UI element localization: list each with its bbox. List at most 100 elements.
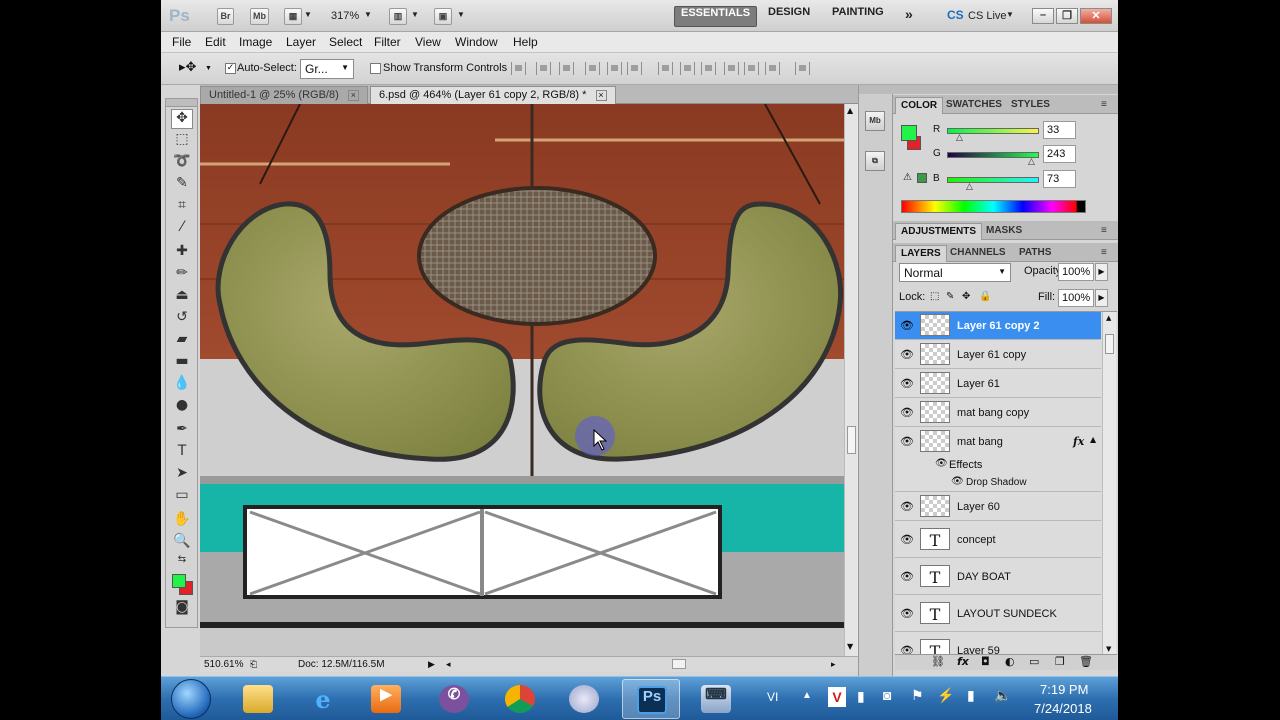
eye-icon[interactable]: 👁: [900, 319, 914, 332]
scroll-thumb[interactable]: [847, 426, 856, 454]
adjustment-layer-icon[interactable]: ◐: [1005, 655, 1015, 668]
lasso-tool-icon[interactable]: ➰: [171, 153, 193, 173]
chevron-down-icon[interactable]: ▼: [304, 10, 312, 19]
tab-paths[interactable]: PATHS: [1014, 245, 1056, 262]
media-taskbar-button[interactable]: ▶: [357, 679, 415, 719]
distribute-hcenter-icon[interactable]: [744, 62, 759, 75]
status-menu-arrow-icon[interactable]: ▶: [428, 659, 435, 670]
layer-name[interactable]: DAY BOAT: [957, 571, 1011, 583]
align-top-icon[interactable]: [511, 62, 526, 75]
close-icon[interactable]: ×: [347, 90, 359, 101]
bridge-button[interactable]: Br: [217, 8, 234, 25]
panel-menu-icon[interactable]: ≡: [1096, 223, 1112, 240]
tools-panel-header[interactable]: [166, 99, 197, 107]
arrange-documents-icon[interactable]: ▥: [389, 8, 407, 25]
power-tray-icon[interactable]: ⚡: [937, 687, 954, 704]
layer-row[interactable]: 👁 Layer 61: [895, 370, 1101, 398]
move-tool-preset-icon[interactable]: ▸✥: [179, 59, 196, 75]
menu-layer[interactable]: Layer: [286, 35, 316, 49]
volume-tray-icon[interactable]: 🔈: [994, 687, 1011, 704]
input-language[interactable]: VI: [767, 690, 778, 704]
chevron-down-icon[interactable]: ▼: [1006, 10, 1014, 19]
dodge-tool-icon[interactable]: ●: [171, 397, 193, 417]
layers-scrollbar[interactable]: ▲ ▼: [1102, 312, 1116, 657]
eye-icon[interactable]: 👁: [935, 458, 948, 469]
v-tray-icon[interactable]: V: [828, 687, 846, 707]
distribute-vcenter-icon[interactable]: [680, 62, 695, 75]
color-spectrum-bar[interactable]: [901, 200, 1086, 213]
history-brush-tool-icon[interactable]: ↺: [171, 309, 193, 329]
history-icon[interactable]: ⧉: [865, 151, 885, 171]
align-hcenter-icon[interactable]: [607, 62, 622, 75]
layer-name[interactable]: Layer 60: [957, 501, 1000, 513]
scroll-up-icon[interactable]: ▲: [1106, 314, 1111, 322]
hscroll-left-icon[interactable]: ◂: [446, 659, 451, 670]
layer-name[interactable]: concept: [957, 534, 996, 546]
chevron-down-icon[interactable]: ▼: [205, 65, 212, 72]
pen-tool-icon[interactable]: ✒: [171, 421, 193, 441]
eye-icon[interactable]: 👁: [900, 406, 914, 419]
tab-6-psd[interactable]: 6.psd @ 464% (Layer 61 copy 2, RGB/8) * …: [370, 86, 616, 104]
layer-row[interactable]: 👁 Layer 61 copy: [895, 341, 1101, 369]
scroll-up-icon[interactable]: ▲: [847, 106, 853, 115]
marquee-tool-icon[interactable]: ⬚: [171, 131, 193, 151]
auto-select-checkbox[interactable]: ✓: [225, 63, 236, 74]
restore-button[interactable]: ❐: [1056, 8, 1078, 24]
fill-slider-arrow-icon[interactable]: ▶: [1095, 289, 1108, 307]
green-track[interactable]: [947, 152, 1039, 158]
panel-menu-icon[interactable]: ≡: [1096, 245, 1112, 262]
slider-knob-icon[interactable]: △: [956, 133, 963, 143]
layer-row[interactable]: 👁 T DAY BOAT: [895, 559, 1101, 595]
eye-icon[interactable]: 👁: [900, 533, 914, 546]
panel-menu-icon[interactable]: ≡: [1096, 97, 1112, 114]
chevron-down-icon[interactable]: ▼: [411, 10, 419, 19]
paint-taskbar-button[interactable]: [555, 679, 613, 719]
align-right-icon[interactable]: [627, 62, 642, 75]
hscroll-right-icon[interactable]: ▸: [831, 659, 836, 670]
align-left-icon[interactable]: [585, 62, 600, 75]
link-layers-icon[interactable]: ⛓: [931, 655, 945, 668]
screen-mode-icon[interactable]: ▣: [434, 8, 452, 25]
distribute-top-icon[interactable]: [658, 62, 673, 75]
slider-knob-icon[interactable]: △: [1028, 157, 1035, 167]
red-slider[interactable]: R △ 33: [893, 121, 1118, 145]
red-value[interactable]: 33: [1043, 121, 1076, 139]
slider-knob-icon[interactable]: △: [966, 182, 973, 192]
menu-window[interactable]: Window: [455, 35, 498, 49]
gradient-tool-icon[interactable]: ▬: [171, 353, 193, 373]
new-layer-icon[interactable]: ❐: [1055, 655, 1065, 668]
dock-header[interactable]: [859, 85, 894, 94]
explorer-taskbar-button[interactable]: [229, 679, 287, 719]
lock-transparent-icon[interactable]: ⬚: [930, 291, 939, 302]
type-tool-icon[interactable]: T: [171, 443, 193, 463]
align-vcenter-icon[interactable]: [536, 62, 551, 75]
cs-live-menu[interactable]: CS Live: [968, 10, 1007, 22]
menu-help[interactable]: Help: [513, 35, 538, 49]
close-icon[interactable]: ×: [595, 90, 607, 101]
chrome-taskbar-button[interactable]: [491, 679, 549, 719]
photoshop-taskbar-button[interactable]: Ps: [622, 679, 680, 719]
eye-icon[interactable]: 👁: [951, 476, 964, 487]
layer-row[interactable]: 👁 mat bang copy: [895, 399, 1101, 427]
clock-time[interactable]: 7:19 PM: [1040, 682, 1088, 697]
canvas-vertical-scrollbar[interactable]: ▲ ▼: [844, 104, 858, 656]
move-tool-icon[interactable]: ✥: [171, 109, 193, 129]
tab-layers[interactable]: LAYERS: [895, 245, 947, 262]
foreground-color-swatch[interactable]: [172, 574, 186, 588]
delete-layer-icon[interactable]: 🗑: [1079, 655, 1093, 668]
tab-color[interactable]: COLOR: [895, 97, 944, 114]
show-hidden-icons-icon[interactable]: ▲: [802, 690, 812, 701]
layer-row[interactable]: 👁 T concept: [895, 522, 1101, 558]
scroll-down-icon[interactable]: ▼: [847, 642, 853, 651]
menu-edit[interactable]: Edit: [205, 35, 226, 49]
menu-filter[interactable]: Filter: [374, 35, 401, 49]
menu-image[interactable]: Image: [239, 35, 272, 49]
show-transform-checkbox[interactable]: [370, 63, 381, 74]
rectangle-tool-icon[interactable]: ▭: [171, 487, 193, 507]
tab-channels[interactable]: CHANNELS: [945, 245, 1011, 262]
hand-tool-icon[interactable]: ✋: [171, 511, 193, 531]
brush-tool-icon[interactable]: ✏: [171, 265, 193, 285]
eraser-tool-icon[interactable]: ▰: [171, 331, 193, 351]
eye-icon[interactable]: 👁: [900, 570, 914, 583]
status-zoom[interactable]: 510.61%: [204, 659, 243, 670]
